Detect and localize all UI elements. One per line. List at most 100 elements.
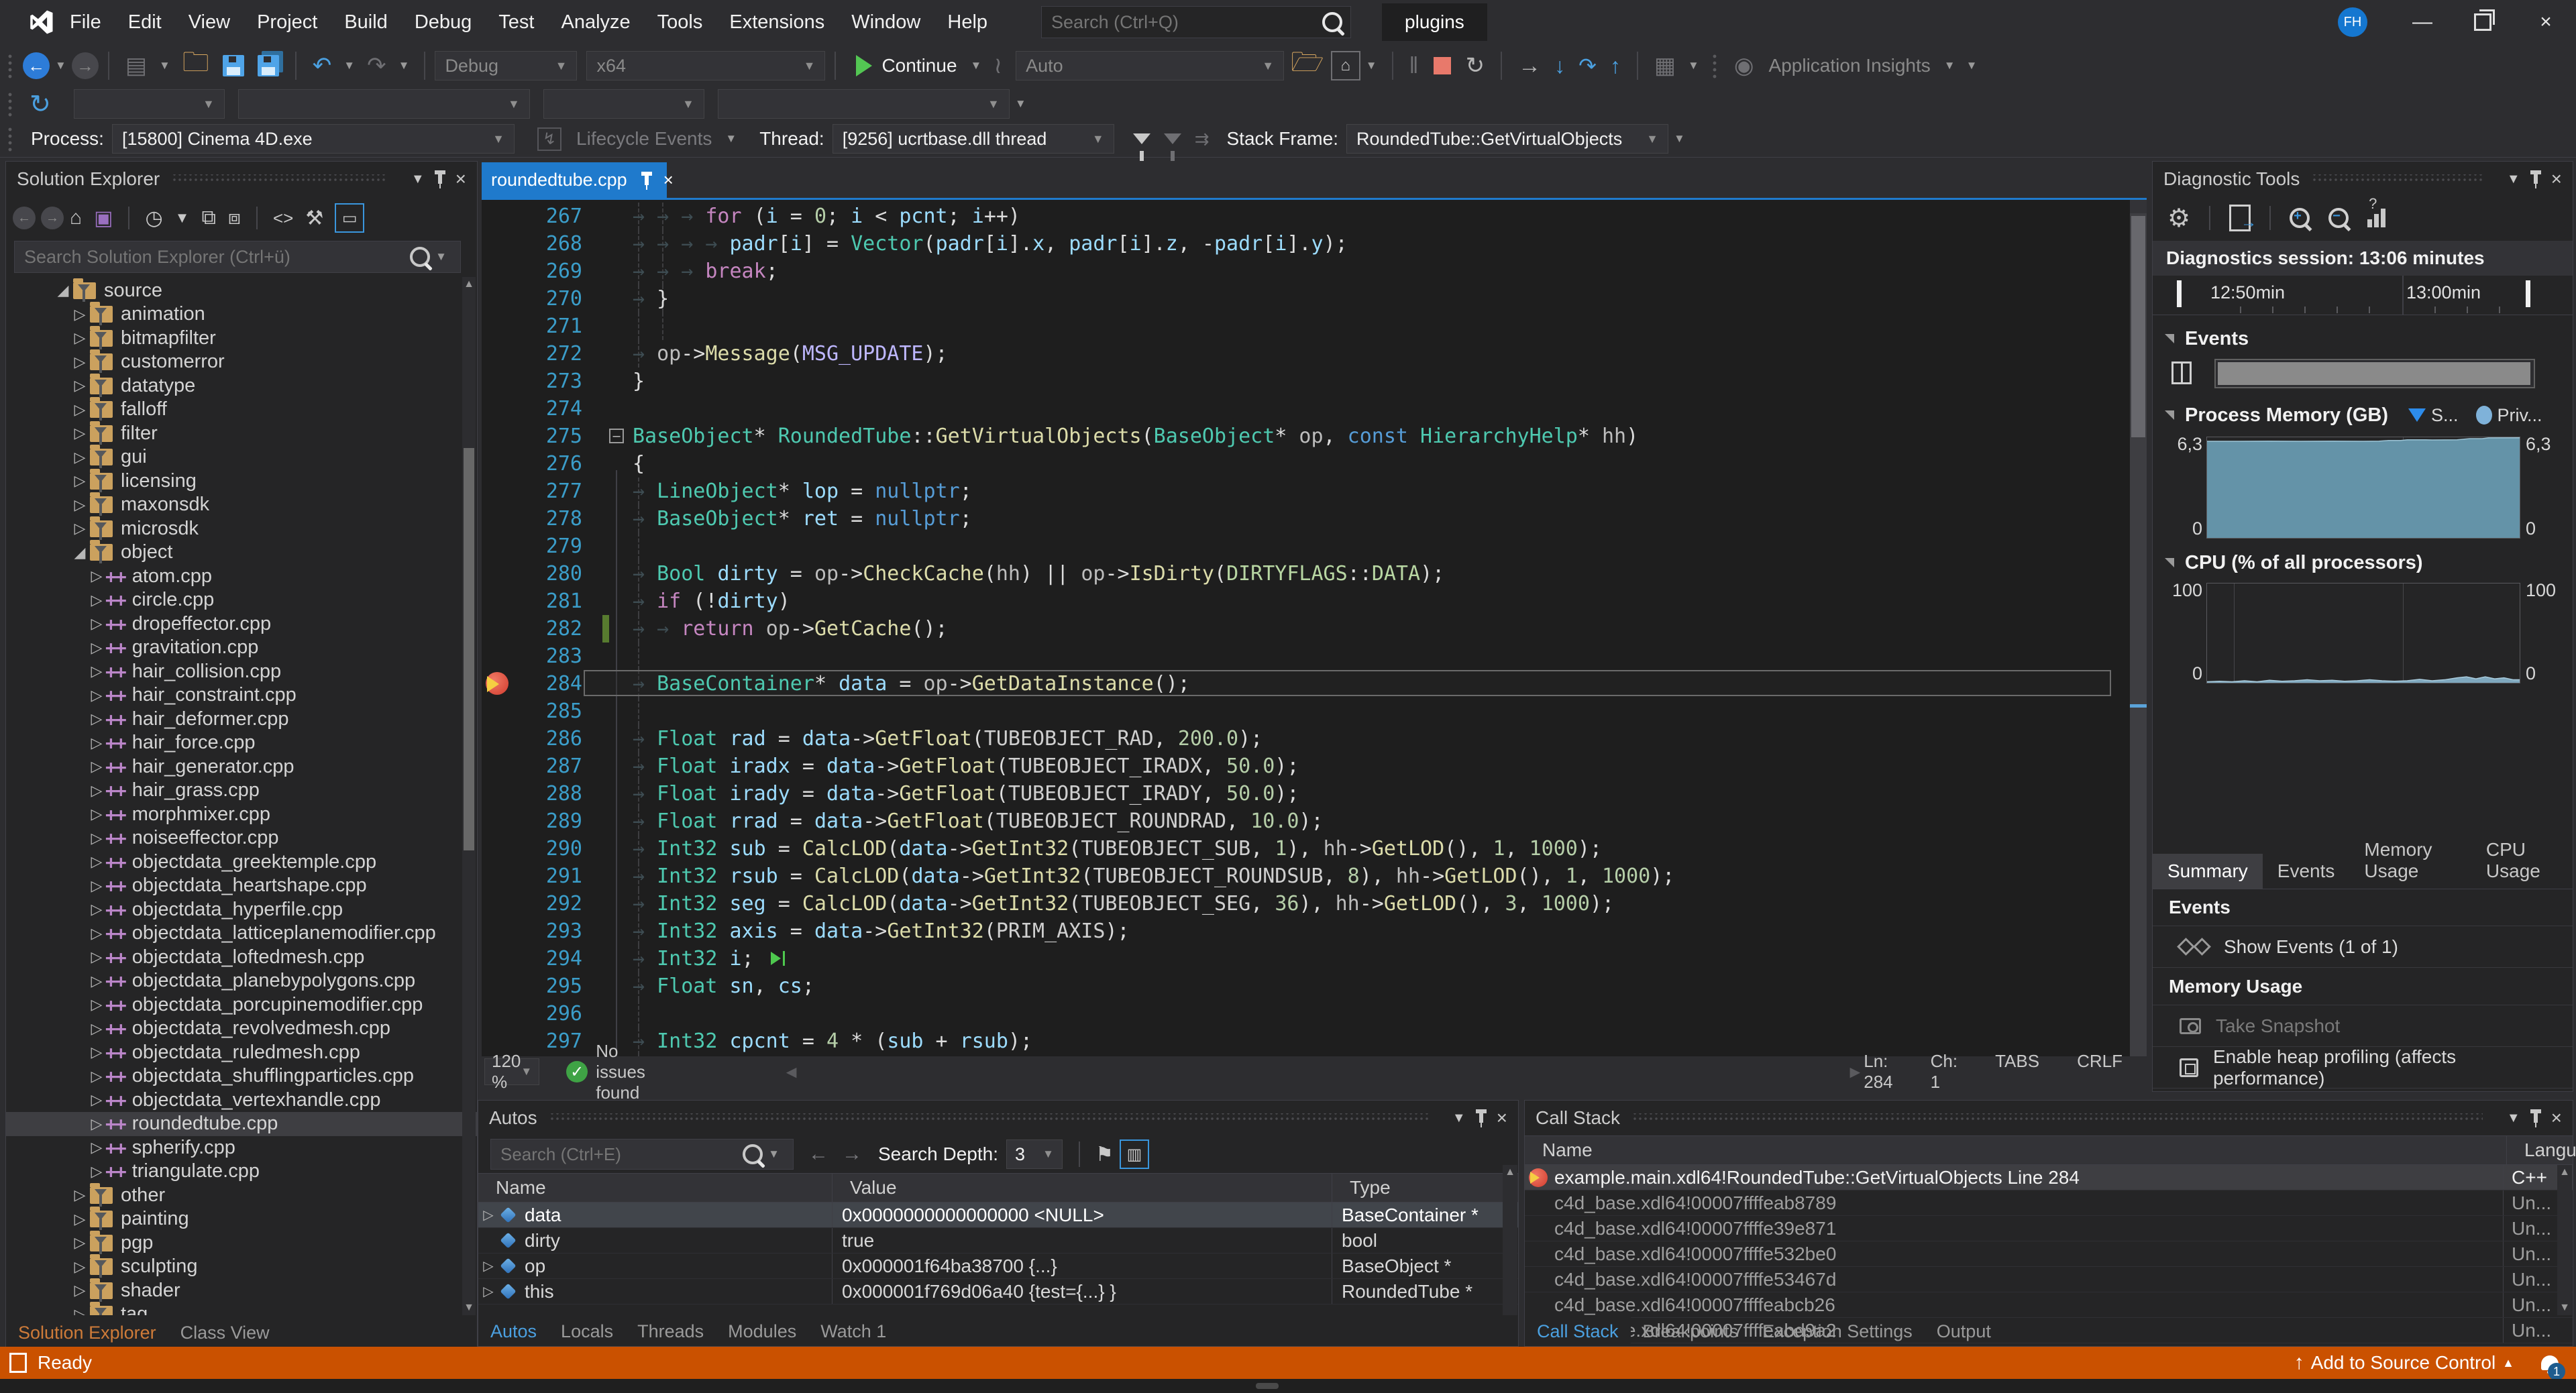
tree-item-dropeffector-cpp[interactable]: ▷++dropeffector.cpp xyxy=(6,612,477,636)
tree-item-atom-cpp[interactable]: ▷++atom.cpp xyxy=(6,564,477,588)
add-to-source-control-button[interactable]: Add to Source Control xyxy=(2311,1352,2496,1374)
redo-dropdown[interactable]: ▼ xyxy=(398,59,410,72)
scroll-down-icon[interactable]: ▼ xyxy=(462,1302,476,1314)
pin-icon[interactable] xyxy=(645,176,649,185)
tree-item-objectdata_planebypolygons-cpp[interactable]: ▷++objectdata_planebypolygons.cpp xyxy=(6,969,477,993)
close-icon[interactable]: × xyxy=(1497,1107,1507,1129)
tree-expander-icon[interactable]: ▷ xyxy=(71,377,89,394)
suspend-threads-icon[interactable]: ⇉ xyxy=(1195,129,1210,150)
tree-expander-icon[interactable]: ▷ xyxy=(88,567,105,585)
stack-frame-1[interactable]: c4d_base.xdl64!00007ffffeab8789Un... xyxy=(1525,1190,2573,1216)
stack-frame-5[interactable]: c4d_base.xdl64!00007ffffeabcb26Un... xyxy=(1525,1292,2573,1318)
tree-expander-icon[interactable]: ▷ xyxy=(88,1139,105,1156)
column-name[interactable]: Name xyxy=(1525,1136,2507,1164)
cpu-chart[interactable] xyxy=(2206,583,2520,683)
tree-expander-icon[interactable]: ▷ xyxy=(88,663,105,680)
menu-debug[interactable]: Debug xyxy=(401,0,485,44)
pin-icon[interactable] xyxy=(2534,1113,2538,1123)
show-next-statement-icon[interactable]: → xyxy=(1518,53,1541,79)
step-out-icon[interactable]: ↑ xyxy=(1610,54,1621,78)
tree-item-maxonsdk[interactable]: ▷maxonsdk xyxy=(6,493,477,517)
solution-name-badge[interactable]: plugins xyxy=(1382,3,1487,41)
code-line-267[interactable]: 267→ → → for (i = 0; i < pcnt; i++) xyxy=(482,203,2130,230)
hot-reload-icon[interactable]: ≀ xyxy=(994,52,1002,79)
panel-menu-icon[interactable]: ▼ xyxy=(2507,172,2520,187)
scrollbar-thumb[interactable] xyxy=(2131,216,2145,437)
collapse-triangle-icon[interactable] xyxy=(2165,334,2174,343)
panel-menu-icon[interactable]: ▼ xyxy=(411,172,425,187)
tree-item-hair_deformer-cpp[interactable]: ▷++hair_deformer.cpp xyxy=(6,707,477,731)
tabs-indicator[interactable]: TABS xyxy=(1995,1051,2039,1093)
tab-output[interactable]: Output xyxy=(1925,1317,2003,1346)
tree-expander-icon[interactable]: ▷ xyxy=(71,1186,89,1204)
search-prev-icon[interactable]: ← xyxy=(808,1143,828,1166)
code-line-283[interactable]: 283 xyxy=(482,643,2130,670)
show-events-link[interactable]: Show Events (1 of 1) xyxy=(2153,926,2573,968)
tree-item-sculpting[interactable]: ▷sculpting xyxy=(6,1255,477,1279)
tree-expander-icon[interactable]: ◢ xyxy=(54,282,72,299)
code-line-268[interactable]: 268→ → → → padr[i] = Vector(padr[i].x, p… xyxy=(482,230,2130,258)
tree-item-objectdata_vertexhandle-cpp[interactable]: ▷++objectdata_vertexhandle.cpp xyxy=(6,1088,477,1112)
code-area[interactable]: 267→ → → for (i = 0; i < pcnt; i++)268→ … xyxy=(482,200,2147,1056)
menu-tools[interactable]: Tools xyxy=(644,0,716,44)
variable-value[interactable]: 0x000001f769d06a40 {test={...} } xyxy=(842,1281,1116,1302)
tree-item-shader[interactable]: ▷shader xyxy=(6,1278,477,1302)
events-lane-bar[interactable] xyxy=(2218,362,2530,385)
tree-expander-icon[interactable]: ▷ xyxy=(88,782,105,799)
tree-item-source[interactable]: ◢source xyxy=(6,278,477,302)
hex-dropdown[interactable]: ▼ xyxy=(1688,59,1699,72)
menu-file[interactable]: File xyxy=(56,0,115,44)
tree-expander-icon[interactable]: ▷ xyxy=(71,472,89,490)
new-project-icon[interactable]: ▤ xyxy=(125,52,147,79)
process-dropdown[interactable]: [15800] Cinema 4D.exe▼ xyxy=(112,124,515,154)
drag-notch[interactable] xyxy=(1256,1383,1279,1389)
stop-debugging-icon[interactable] xyxy=(1434,57,1451,74)
notification-badge[interactable]: 1 xyxy=(2548,1363,2565,1380)
open-file-icon[interactable]: 🗀 xyxy=(182,43,209,89)
diag-tab-cpu-usage[interactable]: CPU Usage xyxy=(2471,832,2573,889)
collapse-triangle-icon[interactable] xyxy=(2165,558,2174,567)
stack-frame-dropdown[interactable]: RoundedTube::GetVirtualObjects▼ xyxy=(1346,124,1668,154)
menu-project[interactable]: Project xyxy=(244,0,331,44)
editor-scrollbar[interactable] xyxy=(2130,200,2147,1056)
view-code-icon[interactable]: <> xyxy=(273,208,293,229)
code-line-274[interactable]: 274 xyxy=(482,395,2130,423)
app-insights-button[interactable]: Application Insights xyxy=(1769,55,1931,76)
tree-expander-icon[interactable]: ▷ xyxy=(71,1234,89,1251)
tree-item-objectdata_revolvedmesh-cpp[interactable]: ▷++objectdata_revolvedmesh.cpp xyxy=(6,1017,477,1041)
close-icon[interactable]: × xyxy=(455,168,466,190)
autos-row-op[interactable]: ▷op0x000001f64ba38700 {...}BaseObject * xyxy=(478,1253,1518,1279)
solution-platform-dropdown[interactable]: x64▼ xyxy=(586,51,825,80)
tree-expander-icon[interactable]: ▷ xyxy=(88,1163,105,1180)
close-button[interactable]: × xyxy=(2522,0,2569,44)
tree-item-objectdata_hyperfile-cpp[interactable]: ▷++objectdata_hyperfile.cpp xyxy=(6,897,477,922)
panel-menu-icon[interactable]: ▼ xyxy=(2507,1111,2520,1126)
empty-dropdown-1[interactable]: ▼ xyxy=(74,89,225,119)
code-line-278[interactable]: 278→ BaseObject* ret = nullptr; xyxy=(482,505,2130,533)
scrollbar-thumb[interactable] xyxy=(464,448,474,850)
issues-status[interactable]: No issues found xyxy=(596,1041,662,1103)
document-tab[interactable]: roundedtube.cpp × xyxy=(482,162,667,198)
menu-edit[interactable]: Edit xyxy=(115,0,175,44)
navigate-forward-button[interactable]: → xyxy=(72,52,99,79)
tree-expander-icon[interactable]: ▷ xyxy=(88,805,105,823)
solution-explorer-search[interactable]: ▼ xyxy=(14,241,461,273)
menu-analyze[interactable]: Analyze xyxy=(547,0,643,44)
toolbar-overflow[interactable]: ▼ xyxy=(1015,97,1026,111)
search-depth-dropdown[interactable]: 3▼ xyxy=(1006,1139,1063,1169)
navigate-back-button[interactable]: ← xyxy=(23,52,50,79)
sync-with-active-document-icon[interactable]: ▣ xyxy=(94,207,113,230)
redo-icon[interactable]: ↷ xyxy=(367,52,386,79)
tree-expander-icon[interactable]: ▷ xyxy=(71,1211,89,1228)
tree-expander-icon[interactable]: ▷ xyxy=(88,734,105,752)
tree-item-objectdata_loftedmesh-cpp[interactable]: ▷++objectdata_loftedmesh.cpp xyxy=(6,945,477,969)
tree-item-objectdata_greektemple-cpp[interactable]: ▷++objectdata_greektemple.cpp xyxy=(6,850,477,874)
tree-item-hair_collision-cpp[interactable]: ▷++hair_collision.cpp xyxy=(6,659,477,683)
code-line-296[interactable]: 296 xyxy=(482,1000,2130,1027)
toolbar-overflow[interactable]: ▼ xyxy=(1674,132,1685,146)
heap-profiling-button[interactable]: Enable heap profiling (affects performan… xyxy=(2153,1047,2573,1089)
tree-expander-icon[interactable]: ▷ xyxy=(71,425,89,442)
diag-tab-summary[interactable]: Summary xyxy=(2153,854,2263,889)
column-language[interactable]: Langu xyxy=(2507,1136,2558,1164)
tree-item-hair_constraint-cpp[interactable]: ▷++hair_constraint.cpp xyxy=(6,683,477,708)
